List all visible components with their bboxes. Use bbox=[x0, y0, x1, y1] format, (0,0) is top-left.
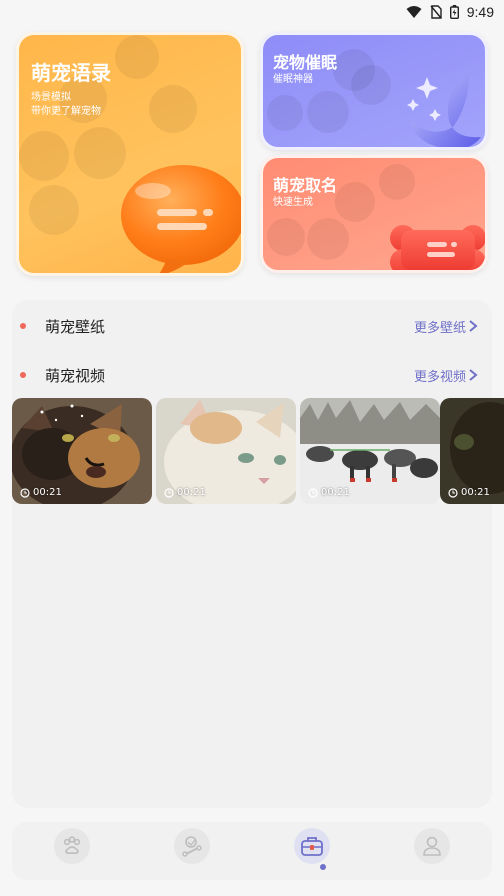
moon-stars-icon bbox=[407, 73, 481, 147]
card-subtitle: 场景模拟 bbox=[31, 92, 71, 103]
clock-icon bbox=[20, 487, 30, 498]
card-subtitle: 催眠神器 bbox=[273, 74, 313, 85]
more-video-link[interactable]: 更多视频 bbox=[414, 366, 466, 385]
duration-text: 00:21 bbox=[177, 487, 206, 498]
paw-dot bbox=[379, 164, 415, 200]
nav-profile[interactable] bbox=[414, 828, 450, 864]
card-pet-hypnosis[interactable]: 宠物催眠 催眠神器 bbox=[260, 32, 488, 150]
section-bullet bbox=[20, 372, 26, 378]
paw-dot bbox=[267, 218, 305, 256]
paw-dot bbox=[351, 65, 391, 105]
duration-text: 00:21 bbox=[321, 487, 350, 498]
paw-dot bbox=[29, 185, 79, 235]
section-title: 萌宠壁纸 bbox=[45, 317, 106, 336]
chat-bubble-icon bbox=[121, 165, 241, 273]
card-pet-quotes[interactable]: 萌宠语录 场景模拟 带你更了解宠物 bbox=[16, 32, 244, 276]
video-duration: 00:21 bbox=[164, 487, 206, 498]
battery-icon bbox=[449, 5, 459, 19]
bottom-nav bbox=[12, 822, 492, 880]
paw-dot bbox=[267, 95, 303, 131]
duration-text: 00:21 bbox=[33, 487, 62, 498]
nav-paw[interactable] bbox=[54, 828, 90, 864]
section-wallpaper: 萌宠壁纸 更多壁纸 bbox=[12, 312, 492, 340]
video-duration: 00:21 bbox=[448, 487, 490, 498]
paw-dot bbox=[335, 182, 375, 222]
section-title: 萌宠视频 bbox=[45, 366, 106, 385]
duration-text: 00:21 bbox=[461, 487, 490, 498]
wifi-icon bbox=[406, 6, 422, 18]
clock: 9:49 bbox=[466, 4, 494, 20]
toolbox-icon bbox=[301, 837, 323, 856]
clock-icon bbox=[308, 487, 318, 498]
video-duration: 00:21 bbox=[20, 487, 62, 498]
card-title: 萌宠取名 bbox=[273, 176, 338, 195]
profile-icon bbox=[423, 836, 441, 856]
card-subtitle: 带你更了解宠物 bbox=[31, 106, 101, 117]
card-pet-naming[interactable]: 萌宠取名 快速生成 bbox=[260, 155, 488, 273]
pet-bowl-icon bbox=[182, 836, 202, 857]
nav-pet-care[interactable] bbox=[174, 828, 210, 864]
bone-tag-icon bbox=[390, 225, 485, 270]
card-subtitle: 快速生成 bbox=[273, 197, 313, 208]
chevron-right-icon[interactable] bbox=[468, 368, 478, 382]
video-thumbnail[interactable]: 00:21 bbox=[12, 398, 152, 504]
paw-dot bbox=[307, 218, 349, 260]
paw-icon bbox=[63, 836, 81, 855]
active-tab-indicator bbox=[320, 864, 326, 870]
clock-icon bbox=[448, 487, 458, 498]
chevron-right-icon[interactable] bbox=[468, 319, 478, 333]
section-bullet bbox=[20, 323, 26, 329]
paw-dot bbox=[149, 85, 197, 133]
video-list: 00:21 00:21 00:21 00:21 bbox=[12, 398, 504, 504]
status-bar: 9:49 bbox=[0, 0, 504, 24]
card-title: 宠物催眠 bbox=[273, 53, 338, 72]
paw-dot bbox=[19, 131, 69, 181]
paw-dot bbox=[307, 91, 349, 133]
section-video: 萌宠视频 更多视频 bbox=[12, 361, 492, 389]
paw-dot bbox=[115, 35, 159, 79]
video-thumbnail[interactable]: 00:21 bbox=[300, 398, 440, 504]
nav-toolbox[interactable] bbox=[294, 828, 330, 864]
video-thumbnail[interactable]: 00:21 bbox=[156, 398, 296, 504]
clock-icon bbox=[164, 487, 174, 498]
card-title: 萌宠语录 bbox=[31, 61, 111, 85]
video-duration: 00:21 bbox=[308, 487, 350, 498]
no-sim-icon bbox=[430, 5, 442, 19]
content-panel: 萌宠壁纸 更多壁纸 萌宠视频 更多视频 bbox=[12, 300, 492, 808]
video-thumbnail[interactable]: 00:21 bbox=[440, 398, 504, 504]
more-wallpaper-link[interactable]: 更多壁纸 bbox=[414, 317, 466, 336]
